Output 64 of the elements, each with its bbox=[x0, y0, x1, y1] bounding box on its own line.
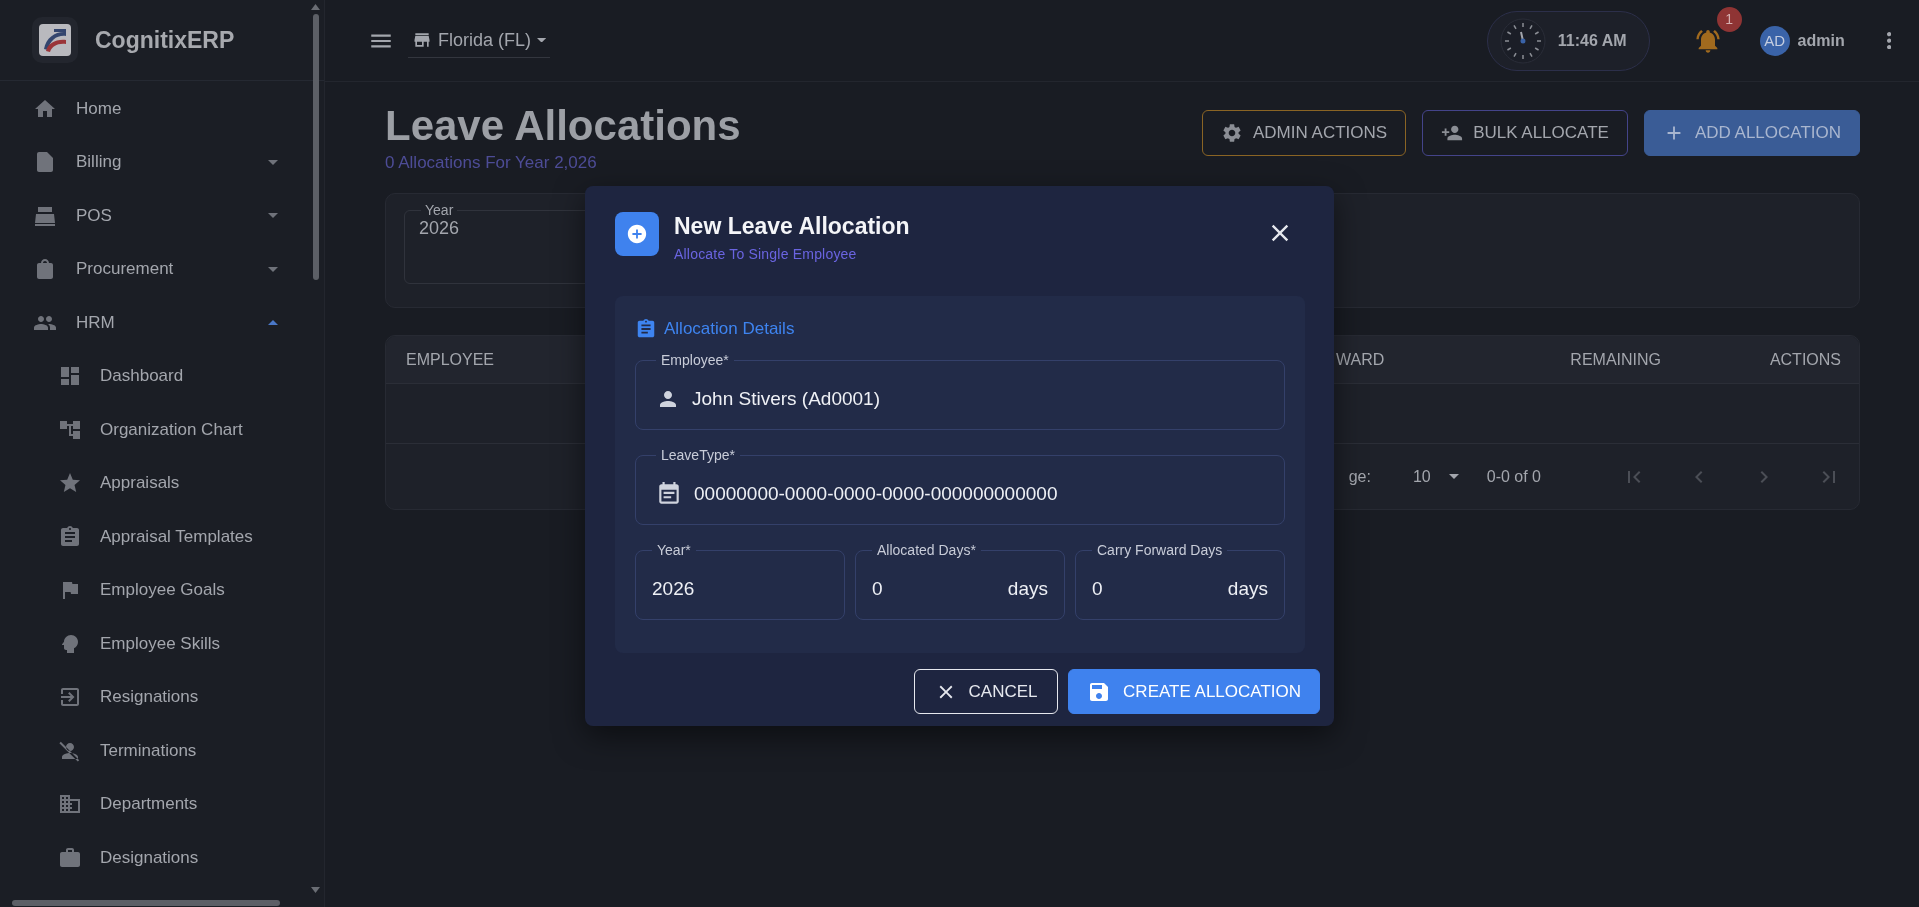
column-header[interactable]: WARD bbox=[1336, 350, 1461, 369]
sidebar-item[interactable]: Billing bbox=[0, 135, 285, 189]
field-label: Year* bbox=[656, 542, 692, 558]
sidebar-item[interactable]: POS bbox=[0, 189, 285, 243]
briefcase-icon bbox=[58, 845, 82, 870]
sidebar-item[interactable]: Organization Chart bbox=[0, 403, 285, 457]
column-header[interactable]: ACTIONS bbox=[1661, 350, 1861, 369]
admin-actions-button[interactable]: ADMIN ACTIONS bbox=[1202, 110, 1407, 156]
sidebar-item[interactable]: HRM bbox=[0, 296, 285, 350]
brand-name: CognitixERP bbox=[95, 26, 235, 54]
sidebar-item[interactable]: Employee Skills bbox=[0, 617, 285, 671]
rows-per-page-label: ge: bbox=[1348, 467, 1371, 486]
sidebar-item[interactable]: Appraisals bbox=[0, 456, 285, 510]
clipboard-icon bbox=[58, 524, 82, 549]
more-icon bbox=[1886, 31, 1891, 50]
page-range: 0-0 of 0 bbox=[1486, 467, 1541, 486]
scrollbar[interactable] bbox=[12, 900, 280, 906]
sidebar-item[interactable]: Home bbox=[0, 82, 285, 136]
store-icon bbox=[412, 30, 432, 50]
unit-label: days bbox=[1007, 577, 1048, 600]
clipboard-icon bbox=[635, 318, 657, 340]
more-button[interactable] bbox=[1886, 31, 1891, 50]
page-title: Leave Allocations bbox=[385, 102, 741, 150]
scroll-down-icon[interactable] bbox=[311, 887, 320, 893]
clock-time: 11:46 AM bbox=[1557, 31, 1627, 50]
field-label: Year bbox=[424, 202, 455, 218]
sidebar-item[interactable]: Employee Goals bbox=[0, 563, 285, 617]
leave-type-select[interactable]: LeaveType* 00000000-0000-0000-0000-000000000000 bbox=[635, 447, 1285, 525]
number-field[interactable]: Allocated Days* 0 days bbox=[855, 542, 1065, 620]
number-field[interactable]: Year* 2026 bbox=[635, 542, 845, 620]
sidebar-item[interactable]: Terminations bbox=[0, 724, 285, 778]
rows-per-page-select[interactable]: 10 bbox=[1412, 467, 1459, 486]
dialog-subtitle: Allocate To Single Employee bbox=[674, 246, 858, 262]
scroll-up-icon[interactable] bbox=[311, 4, 320, 10]
cancel-button[interactable]: CANCEL bbox=[914, 669, 1059, 714]
logo-icon bbox=[32, 17, 78, 63]
sidebar-item[interactable]: Appraisal Templates bbox=[0, 510, 285, 564]
section-title: Allocation Details bbox=[664, 319, 795, 339]
user-name[interactable]: admin bbox=[1797, 31, 1845, 50]
sidebar-item[interactable]: Procurement bbox=[0, 242, 285, 296]
employee-select[interactable]: Employee* John Stivers (Ad0001) bbox=[635, 352, 1285, 430]
calendar-icon bbox=[656, 480, 682, 507]
column-header[interactable]: REMAINING bbox=[1461, 350, 1661, 369]
gear-icon bbox=[1221, 122, 1243, 144]
sidebar-item[interactable]: Departments bbox=[0, 777, 285, 831]
field-label: LeaveType* bbox=[660, 447, 736, 463]
field-label: Carry Forward Days bbox=[1096, 542, 1224, 558]
field-label: Employee* bbox=[660, 352, 730, 368]
sidebar-item[interactable]: Dashboard bbox=[0, 349, 285, 403]
clock-icon bbox=[1499, 17, 1546, 64]
page-subtitle: 0 Allocations For Year 2,026 bbox=[385, 153, 598, 173]
field-label: Allocated Days* bbox=[876, 542, 977, 558]
unit-label: days bbox=[1227, 577, 1268, 600]
store-select[interactable]: Florida (FL) bbox=[408, 23, 551, 58]
create-button[interactable]: CREATE ALLOCATION bbox=[1068, 669, 1320, 714]
user-avatar[interactable]: AD bbox=[1759, 25, 1790, 56]
sidebar-item[interactable]: Resignations bbox=[0, 670, 285, 724]
dialog-title: New Leave Allocation bbox=[674, 213, 910, 240]
bulk-allocate-button[interactable]: BULK ALLOCATE bbox=[1422, 110, 1628, 156]
caret-icon bbox=[1448, 474, 1459, 479]
sidebar-item[interactable]: Designations bbox=[0, 831, 285, 885]
notification-badge: 1 bbox=[1716, 6, 1742, 32]
caret-icon bbox=[537, 37, 547, 43]
number-field[interactable]: Carry Forward Days 0 days bbox=[1075, 542, 1285, 620]
